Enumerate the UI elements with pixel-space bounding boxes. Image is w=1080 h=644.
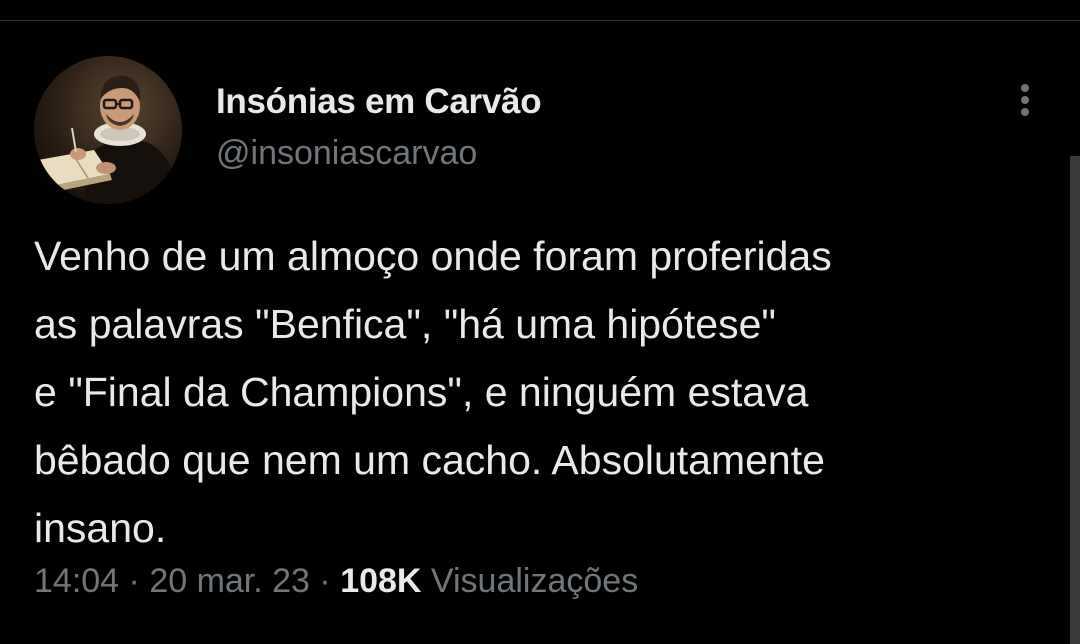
portrait-avatar-icon (34, 56, 182, 204)
meta-separator: · (309, 562, 341, 600)
tweet-text-line: e "Final da Champions", e ninguém estava (34, 369, 809, 415)
tweet-date[interactable]: 20 mar. 23 (149, 562, 310, 600)
author-display-name[interactable]: Insónias em Carvão (216, 82, 542, 122)
views-count[interactable]: 108K (340, 562, 421, 600)
tweet-text: Venho de um almoço onde foram proferidas… (34, 222, 1044, 562)
more-vertical-icon-dot (1021, 96, 1029, 104)
tweet-text-line: insano. (34, 505, 167, 551)
more-vertical-icon-dot (1021, 108, 1029, 116)
tweet-text-line: Venho de um almoço onde foram proferidas (34, 233, 832, 279)
tweet-time[interactable]: 14:04 (34, 562, 119, 600)
avatar[interactable] (34, 56, 182, 204)
more-vertical-icon (1021, 84, 1029, 92)
scrollbar[interactable] (1070, 156, 1080, 644)
tweet-text-line: bêbado que nem um cacho. Absolutamente (34, 437, 825, 483)
tweet-text-line: as palavras "Benfica", "há uma hipótese" (34, 301, 776, 347)
author-handle[interactable]: @insoniascarvao (216, 134, 477, 173)
meta-separator: · (119, 562, 150, 600)
views-label[interactable]: Visualizações (431, 562, 638, 600)
tweet-meta: 14:04 · 20 mar. 23 · 108K Visualizações (34, 562, 638, 601)
top-divider (0, 20, 1080, 21)
more-options-button[interactable] (1004, 78, 1046, 122)
